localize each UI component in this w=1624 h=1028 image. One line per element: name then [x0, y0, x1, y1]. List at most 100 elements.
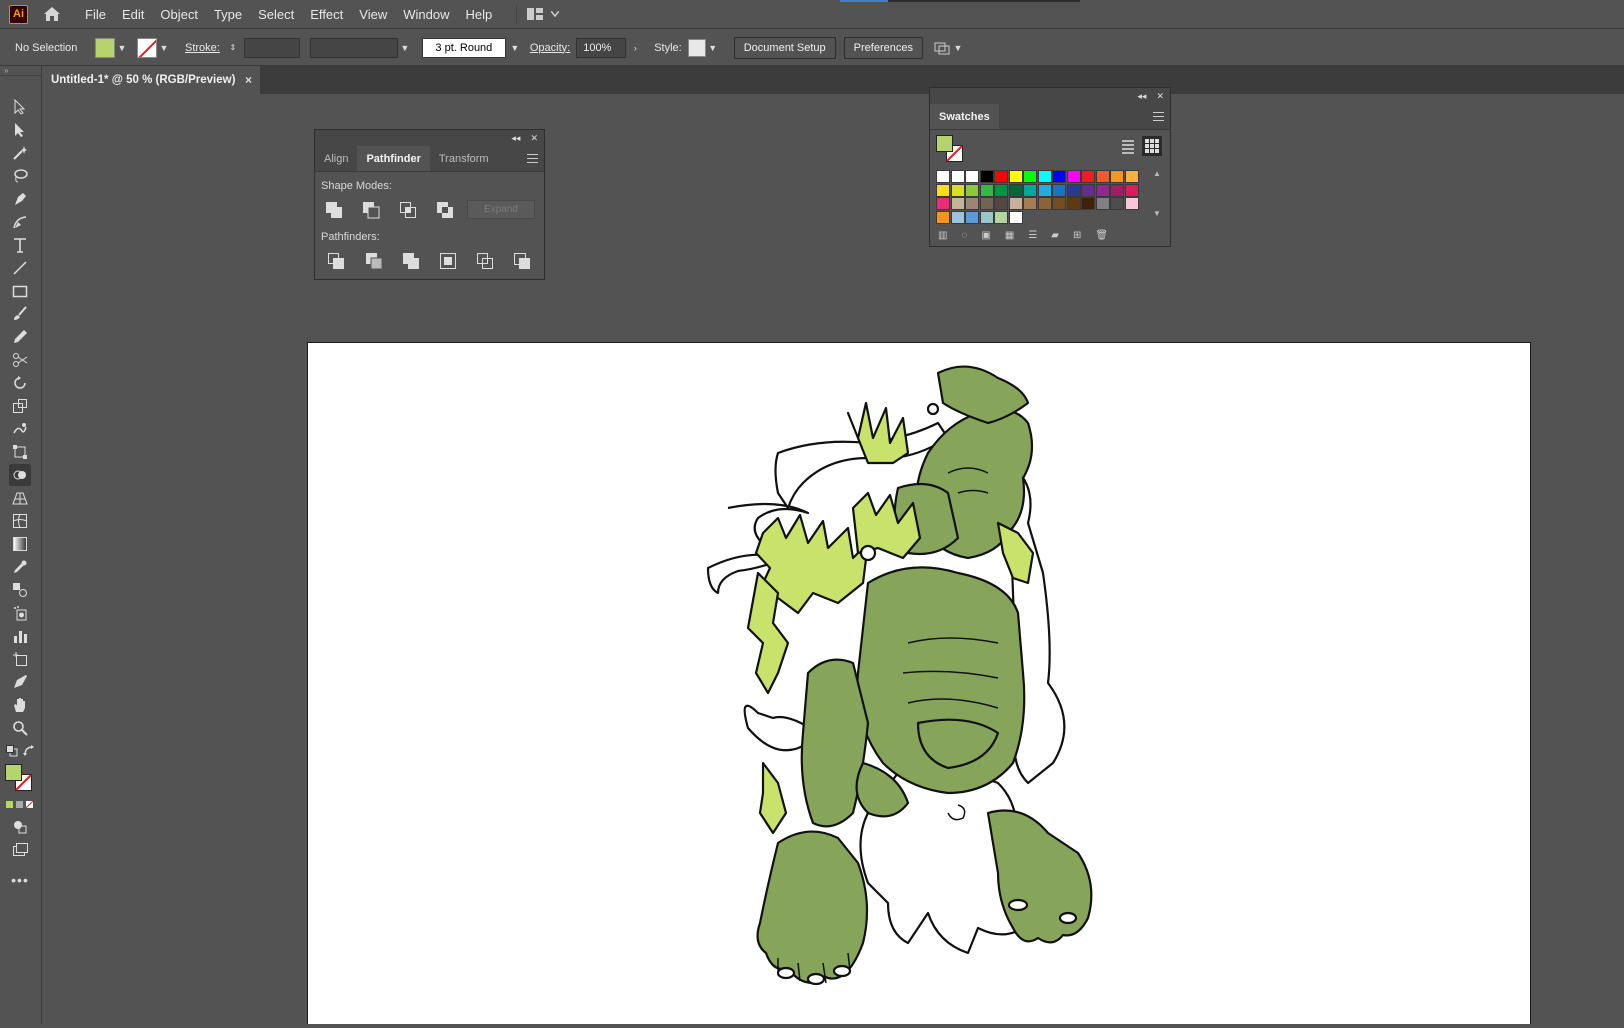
blend-tool-icon[interactable]	[9, 579, 31, 601]
fill-stroke-swatches[interactable]	[5, 764, 37, 796]
panel-header-bar[interactable]: ◂◂ ✕	[930, 88, 1170, 104]
stroke-weight-input[interactable]	[243, 37, 300, 58]
exclude-icon[interactable]	[436, 201, 454, 219]
arrange-documents-icon[interactable]	[933, 41, 951, 55]
color-swatch[interactable]	[965, 210, 979, 224]
color-swatch[interactable]	[1066, 197, 1081, 210]
hand-tool-icon[interactable]	[9, 694, 31, 716]
new-color-group-icon[interactable]: ☰	[1028, 230, 1037, 241]
color-swatch[interactable]	[979, 183, 994, 197]
list-view-icon[interactable]	[1120, 138, 1136, 154]
color-swatch[interactable]	[1008, 197, 1023, 210]
scale-tool-icon[interactable]	[9, 395, 31, 417]
color-swatch[interactable]	[950, 197, 965, 210]
preferences-button[interactable]: Preferences	[843, 36, 923, 59]
divide-icon[interactable]	[327, 252, 345, 270]
rectangle-tool-icon[interactable]	[9, 280, 31, 302]
color-swatch[interactable]	[1081, 183, 1095, 197]
menu-select[interactable]: Select	[250, 0, 302, 29]
stroke-weight-stepper[interactable]: ⇕	[226, 41, 240, 55]
color-swatch[interactable]	[1124, 170, 1139, 183]
color-swatch[interactable]	[1095, 170, 1110, 183]
draw-mode-icon[interactable]	[9, 816, 31, 838]
color-swatch[interactable]	[1110, 197, 1124, 210]
color-swatch[interactable]	[1124, 183, 1139, 197]
perspective-grid-tool-icon[interactable]	[9, 487, 31, 509]
rotate-tool-icon[interactable]	[9, 372, 31, 394]
color-swatch[interactable]	[979, 197, 994, 210]
more-tools-icon[interactable]: •••	[9, 869, 31, 891]
color-swatch[interactable]	[1052, 170, 1066, 183]
direct-selection-tool-icon[interactable]	[9, 119, 31, 141]
outline-icon[interactable]	[476, 252, 494, 270]
scissors-tool-icon[interactable]	[9, 349, 31, 371]
show-swatch-kinds-icon[interactable]: ◌	[961, 230, 967, 241]
free-transform-tool-icon[interactable]	[9, 441, 31, 463]
panel-menu-icon[interactable]	[1153, 112, 1164, 124]
gradient-tool-icon[interactable]	[9, 533, 31, 555]
color-swatch[interactable]	[950, 183, 965, 197]
color-swatch[interactable]	[1052, 183, 1066, 197]
fill-swatch[interactable]	[95, 37, 115, 58]
close-icon[interactable]: ✕	[530, 133, 538, 144]
tab-transform[interactable]: Transform	[430, 146, 498, 171]
fill-stroke-proxy[interactable]	[936, 135, 966, 165]
panel-header-bar[interactable]: ◂◂ ✕	[315, 130, 544, 146]
menu-file[interactable]: File	[77, 0, 114, 29]
shape-builder-tool-icon[interactable]	[9, 464, 31, 486]
collapse-icon[interactable]: ◂◂	[1137, 91, 1146, 102]
collapse-icon[interactable]: ◂◂	[511, 133, 520, 144]
merge-icon[interactable]	[402, 252, 420, 270]
color-swatch[interactable]	[1023, 170, 1037, 183]
stroke-swatch[interactable]	[137, 37, 157, 58]
color-swatch[interactable]	[936, 197, 950, 210]
color-swatch[interactable]	[936, 210, 950, 224]
eyedropper-tool-icon[interactable]	[9, 556, 31, 578]
minus-front-icon[interactable]	[362, 201, 380, 219]
color-swatch[interactable]	[1023, 183, 1037, 197]
close-icon[interactable]: ×	[245, 73, 252, 87]
chevron-right-icon[interactable]: ›	[628, 41, 642, 55]
color-swatch[interactable]	[979, 210, 994, 224]
color-swatch[interactable]	[1095, 183, 1110, 197]
color-swatch[interactable]	[1066, 170, 1081, 183]
color-swatch[interactable]	[1008, 183, 1023, 197]
grid-view-icon[interactable]	[1142, 136, 1162, 156]
pencil-tool-icon[interactable]	[9, 326, 31, 348]
color-swatch[interactable]	[965, 170, 979, 183]
document-tab[interactable]: Untitled-1* @ 50 % (RGB/Preview) ×	[42, 66, 260, 94]
color-swatch[interactable]	[994, 170, 1008, 183]
slice-tool-icon[interactable]	[9, 671, 31, 693]
color-swatch[interactable]	[1008, 170, 1023, 183]
new-swatch-icon[interactable]: ⊞	[1073, 230, 1081, 241]
color-swatch[interactable]	[994, 197, 1008, 210]
swatch-libraries-icon[interactable]: ▥	[938, 230, 947, 241]
swatch-options-icon[interactable]: ▣	[981, 230, 990, 241]
color-swatch[interactable]	[1081, 197, 1095, 210]
trash-icon[interactable]: 🗑	[1095, 230, 1108, 241]
menu-window[interactable]: Window	[395, 0, 457, 29]
chevron-down-icon[interactable]: ▼	[508, 41, 522, 55]
color-swatch[interactable]	[1037, 170, 1052, 183]
tab-swatches[interactable]: Swatches	[930, 104, 999, 129]
chevron-down-icon[interactable]: ▼	[706, 41, 720, 55]
opacity-input[interactable]: 100%	[576, 37, 627, 58]
panel-grip[interactable]: »	[0, 66, 41, 76]
panel-menu-icon[interactable]	[527, 154, 538, 166]
color-swatch[interactable]	[1023, 197, 1037, 210]
column-graph-tool-icon[interactable]	[9, 625, 31, 647]
minus-back-icon[interactable]	[513, 252, 531, 270]
curvature-tool-icon[interactable]	[9, 211, 31, 233]
tab-align[interactable]: Align	[315, 146, 357, 171]
color-swatch[interactable]	[979, 170, 994, 183]
artboard-tool-icon[interactable]	[9, 648, 31, 670]
brush-definition[interactable]: 3 pt. Round	[421, 37, 506, 58]
color-swatch[interactable]	[1037, 183, 1052, 197]
tab-pathfinder[interactable]: Pathfinder	[357, 146, 430, 171]
symbol-sprayer-tool-icon[interactable]	[9, 602, 31, 624]
screen-mode-icon[interactable]	[9, 839, 31, 861]
default-fill-stroke-icon[interactable]	[5, 744, 19, 758]
expand-button[interactable]: Expand	[467, 200, 535, 219]
color-swatch[interactable]	[994, 210, 1008, 224]
color-swatch[interactable]	[936, 183, 950, 197]
